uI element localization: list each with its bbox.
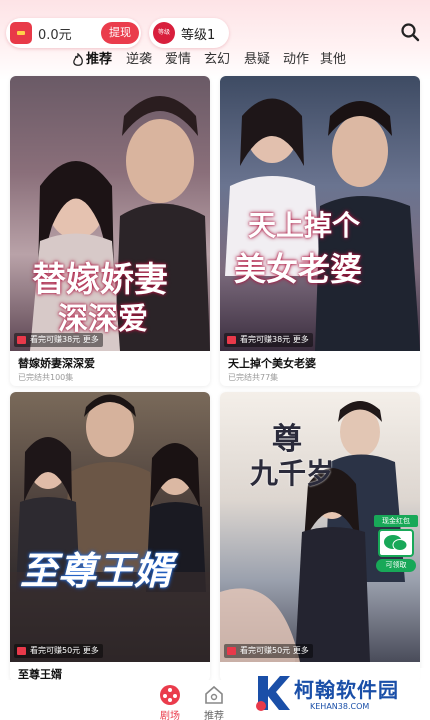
- category-tabs: 推荐 逆袭 爱情 玄幻 悬疑 动作 其他: [0, 50, 430, 72]
- earn-tag-more: 更多: [292, 335, 309, 344]
- drama-title: 天上掉个美女老婆: [228, 357, 316, 370]
- wallet-icon: [10, 22, 32, 44]
- earn-tag-text: 看完可赚50元: [240, 646, 293, 655]
- level-badge-icon: 等级: [153, 22, 175, 44]
- earn-tag: 看完可赚50元 更多: [224, 644, 313, 658]
- tab-other[interactable]: 其他: [320, 50, 346, 70]
- nav-recommend[interactable]: 推荐: [194, 682, 234, 720]
- earn-tag-text: 看完可赚38元: [240, 335, 293, 344]
- withdraw-button[interactable]: 提现: [101, 22, 139, 44]
- top-header: 0.0元 提现 等级 等级1: [0, 16, 430, 50]
- wallet-pill[interactable]: 0.0元 提现: [6, 18, 141, 48]
- drama-card[interactable]: 至尊王婿 看完可赚50元 更多 至尊王婿: [10, 392, 210, 682]
- drama-title: 替嫁娇妻深深爱: [18, 357, 95, 370]
- wechat-icon: [378, 529, 414, 557]
- tab-recommend[interactable]: 推荐: [86, 50, 112, 70]
- home-icon: [205, 685, 223, 704]
- theater-icon: [160, 685, 180, 705]
- drama-status: 已完结共100集: [18, 373, 74, 382]
- drama-status: 已完结共77集: [228, 373, 279, 382]
- tab-action[interactable]: 动作: [283, 50, 309, 70]
- red-packet-widget[interactable]: 现金红包 可领取: [374, 515, 418, 573]
- drama-card[interactable]: 替嫁娇妻 深深爱 看完可赚38元 更多 替嫁娇妻深深爱 已完结共100集: [10, 76, 210, 386]
- search-icon[interactable]: [400, 22, 420, 42]
- poster-art: [10, 394, 210, 662]
- poster-subtitle: 美女老婆: [234, 250, 363, 288]
- drama-poster[interactable]: 天上掉个 美女老婆 看完可赚38元 更多: [220, 76, 420, 351]
- tab-mystery[interactable]: 悬疑: [244, 50, 270, 70]
- poster-subtitle: 深深爱: [58, 302, 148, 337]
- drama-poster[interactable]: 替嫁娇妻 深深爱 看完可赚38元 更多: [10, 76, 210, 351]
- earn-tag: 看完可赚50元 更多: [14, 644, 103, 658]
- poster-title: 天上掉个: [248, 209, 361, 242]
- earn-tag-more: 更多: [82, 646, 99, 655]
- watermark-logo-icon: [256, 676, 290, 711]
- earn-tag: 看完可赚38元 更多: [224, 333, 313, 347]
- level-label: 等级1: [181, 28, 216, 43]
- drama-card[interactable]: 天上掉个 美女老婆 看完可赚38元 更多 天上掉个美女老婆 已完结共77集: [220, 76, 420, 386]
- red-packet-claim-button[interactable]: 可领取: [376, 559, 416, 572]
- earn-tag-text: 看完可赚38元: [30, 335, 83, 344]
- nav-theater[interactable]: 剧场: [150, 682, 190, 720]
- tab-fantasy[interactable]: 玄幻: [204, 50, 230, 70]
- earn-tag-more: 更多: [82, 335, 99, 344]
- earn-tag-text: 看完可赚50元: [30, 646, 83, 655]
- earn-tag: 看完可赚38元 更多: [14, 333, 103, 347]
- drama-poster[interactable]: 至尊王婿 看完可赚50元 更多: [10, 392, 210, 662]
- balance-amount: 0.0元: [38, 28, 72, 43]
- flame-icon: [73, 53, 83, 66]
- watermark: 柯翰软件园 KEHAN38.COM: [250, 668, 430, 720]
- nav-theater-label: 剧场: [160, 711, 180, 720]
- poster-subtitle: 九千岁: [250, 457, 335, 490]
- tab-comeback[interactable]: 逆袭: [126, 50, 152, 70]
- watermark-url: KEHAN38.COM: [310, 702, 370, 711]
- earn-tag-more: 更多: [292, 646, 309, 655]
- tab-romance[interactable]: 爱情: [165, 50, 191, 70]
- red-packet-label: 现金红包: [374, 515, 418, 527]
- poster-title: 至尊王婿: [20, 548, 173, 593]
- level-pill[interactable]: 等级 等级1: [149, 18, 229, 48]
- nav-recommend-label: 推荐: [204, 711, 224, 720]
- watermark-name: 柯翰软件园: [294, 678, 399, 702]
